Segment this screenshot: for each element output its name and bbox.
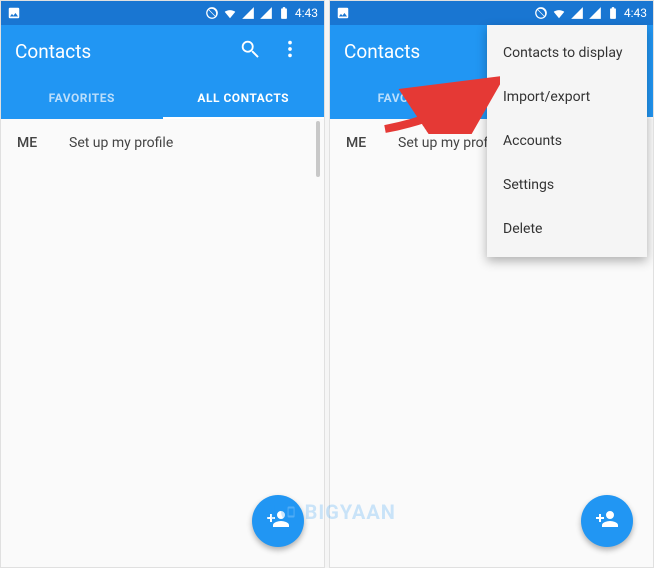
menu-settings[interactable]: Settings	[487, 163, 647, 207]
overflow-button[interactable]	[270, 31, 310, 71]
me-label: ME	[346, 135, 380, 151]
menu-item-label: Import/export	[503, 89, 590, 105]
battery-icon	[277, 6, 291, 20]
menu-delete[interactable]: Delete	[487, 207, 647, 251]
menu-item-label: Accounts	[503, 133, 562, 149]
wifi-icon	[552, 6, 566, 20]
menu-accounts[interactable]: Accounts	[487, 119, 647, 163]
phone-right: 4:43 Contacts FAVORITES ALL CONTACTS ME …	[329, 0, 654, 568]
person-add-icon	[595, 507, 619, 535]
tab-favorites[interactable]: FAVORITES	[330, 77, 492, 119]
appbar: Contacts	[1, 25, 324, 77]
overflow-menu: Contacts to display Import/export Accoun…	[487, 25, 647, 257]
add-contact-fab[interactable]	[252, 495, 304, 547]
app-title: Contacts	[15, 40, 230, 63]
image-icon	[7, 6, 21, 20]
setup-profile-text: Set up my profile	[69, 135, 173, 151]
tabs: FAVORITES ALL CONTACTS	[1, 77, 324, 119]
add-contact-fab[interactable]	[581, 495, 633, 547]
me-label: ME	[17, 135, 51, 151]
profile-row[interactable]: ME Set up my profile	[1, 119, 324, 167]
battery-icon	[606, 6, 620, 20]
content-area: ME Set up my profile	[1, 119, 324, 567]
tab-all-contacts[interactable]: ALL CONTACTS	[163, 77, 325, 119]
status-time: 4:43	[295, 6, 318, 20]
signal-icon-2	[259, 6, 273, 20]
do-not-disturb-icon	[205, 6, 219, 20]
phone-left: 4:43 Contacts FAVORITES ALL CONTACTS ME …	[0, 0, 325, 568]
more-vert-icon	[279, 38, 301, 64]
menu-item-label: Delete	[503, 221, 542, 237]
scrollbar[interactable]	[316, 121, 320, 177]
menu-item-label: Contacts to display	[503, 45, 622, 61]
status-time: 4:43	[624, 6, 647, 20]
do-not-disturb-icon	[534, 6, 548, 20]
signal-icon	[570, 6, 584, 20]
menu-contacts-to-display[interactable]: Contacts to display	[487, 31, 647, 75]
tab-favorites-label: FAVORITES	[49, 91, 115, 105]
search-button[interactable]	[230, 31, 270, 71]
signal-icon-2	[588, 6, 602, 20]
tab-all-contacts-label: ALL CONTACTS	[197, 91, 289, 105]
signal-icon	[241, 6, 255, 20]
tab-favorites-label: FAVORITES	[378, 91, 444, 105]
search-icon	[239, 38, 261, 64]
tab-favorites[interactable]: FAVORITES	[1, 77, 163, 119]
wifi-icon	[223, 6, 237, 20]
person-add-icon	[266, 507, 290, 535]
image-icon	[336, 6, 350, 20]
menu-item-label: Settings	[503, 177, 554, 193]
statusbar: 4:43	[330, 1, 653, 25]
statusbar: 4:43	[1, 1, 324, 25]
menu-import-export[interactable]: Import/export	[487, 75, 647, 119]
